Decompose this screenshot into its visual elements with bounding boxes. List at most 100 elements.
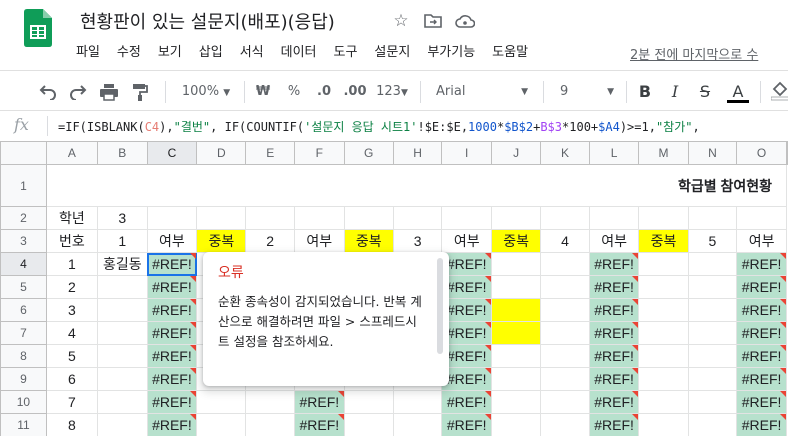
increase-decimal-button[interactable]: .00 bbox=[341, 81, 369, 103]
number-format-select[interactable]: 123▼ bbox=[372, 81, 412, 103]
cell[interactable] bbox=[491, 413, 542, 436]
cell[interactable] bbox=[96, 390, 148, 414]
error-cell[interactable]: #REF! bbox=[736, 321, 787, 345]
header-cell[interactable]: 여부 bbox=[736, 229, 787, 253]
error-cell[interactable]: #REF! bbox=[736, 344, 787, 368]
col-header-i[interactable]: I bbox=[441, 141, 493, 165]
header-cell[interactable]: 5 bbox=[687, 229, 738, 253]
header-cell[interactable]: 번호 bbox=[45, 229, 98, 253]
cell[interactable] bbox=[392, 390, 443, 414]
cell[interactable] bbox=[245, 206, 295, 230]
row-header[interactable]: 4 bbox=[0, 252, 47, 276]
header-cell[interactable]: 여부 bbox=[146, 229, 198, 253]
cell[interactable] bbox=[638, 252, 689, 276]
col-header-l[interactable]: L bbox=[588, 141, 640, 165]
cell[interactable] bbox=[687, 321, 738, 345]
font-size-select[interactable]: 9 ▼ bbox=[560, 81, 618, 103]
error-cell[interactable]: #REF! bbox=[441, 275, 493, 299]
grade-value-cell[interactable]: 3 bbox=[96, 206, 148, 230]
cell[interactable] bbox=[491, 390, 542, 414]
error-cell[interactable]: #REF! bbox=[293, 390, 345, 414]
cell[interactable] bbox=[392, 413, 443, 436]
col-header-e[interactable]: E bbox=[245, 141, 295, 165]
cell[interactable] bbox=[638, 367, 689, 391]
cell[interactable] bbox=[343, 413, 394, 436]
menu-file[interactable]: 파일 bbox=[76, 43, 100, 65]
cell[interactable] bbox=[638, 275, 689, 299]
cell[interactable] bbox=[540, 321, 590, 345]
error-cell[interactable]: #REF! bbox=[441, 321, 493, 345]
cell[interactable] bbox=[491, 275, 542, 299]
bold-button[interactable]: B bbox=[636, 81, 654, 103]
cell[interactable] bbox=[96, 321, 148, 345]
error-cell[interactable]: #REF! bbox=[736, 275, 787, 299]
error-cell[interactable]: #REF! bbox=[588, 390, 640, 414]
menu-addons[interactable]: 부가기능 bbox=[427, 43, 475, 65]
menu-format[interactable]: 서식 bbox=[240, 43, 264, 65]
cell[interactable] bbox=[588, 206, 640, 230]
cell[interactable] bbox=[491, 367, 542, 391]
redo-icon[interactable] bbox=[66, 81, 90, 103]
row-header[interactable]: 1 bbox=[0, 164, 47, 207]
sheets-logo-icon[interactable] bbox=[24, 9, 52, 47]
menu-view[interactable]: 보기 bbox=[158, 43, 182, 65]
cell[interactable] bbox=[540, 252, 590, 276]
cell[interactable] bbox=[96, 367, 148, 391]
error-cell[interactable]: #REF! bbox=[293, 413, 345, 436]
cell[interactable] bbox=[540, 298, 590, 322]
cell[interactable] bbox=[343, 206, 394, 230]
menu-form[interactable]: 설문지 bbox=[374, 43, 410, 65]
cell[interactable] bbox=[687, 344, 738, 368]
error-cell[interactable]: #REF! bbox=[588, 252, 640, 276]
cell[interactable] bbox=[196, 206, 247, 230]
cell[interactable] bbox=[343, 390, 394, 414]
number-cell[interactable]: 1 bbox=[45, 252, 98, 276]
menu-insert[interactable]: 삽입 bbox=[199, 43, 223, 65]
italic-button[interactable]: I bbox=[666, 81, 684, 103]
error-cell[interactable]: #REF! bbox=[588, 298, 640, 322]
cell[interactable] bbox=[638, 390, 689, 414]
cell[interactable] bbox=[638, 413, 689, 436]
cell[interactable] bbox=[540, 390, 590, 414]
row-header[interactable]: 8 bbox=[0, 344, 47, 368]
cell[interactable] bbox=[245, 413, 295, 436]
folder-move-icon[interactable] bbox=[422, 10, 444, 32]
decrease-decimal-button[interactable]: .0 bbox=[312, 81, 336, 103]
percent-format-button[interactable]: % bbox=[284, 81, 304, 103]
cell[interactable] bbox=[687, 367, 738, 391]
cell[interactable] bbox=[441, 206, 493, 230]
cell[interactable] bbox=[540, 413, 590, 436]
grid-corner[interactable] bbox=[0, 141, 47, 165]
header-cell[interactable]: 여부 bbox=[293, 229, 345, 253]
row-header[interactable]: 9 bbox=[0, 367, 47, 391]
error-cell[interactable]: #REF! bbox=[588, 367, 640, 391]
error-cell[interactable]: #REF! bbox=[146, 321, 198, 345]
number-cell[interactable]: 2 bbox=[45, 275, 98, 299]
error-cell[interactable]: #REF! bbox=[146, 390, 198, 414]
error-cell[interactable]: #REF! bbox=[736, 298, 787, 322]
cell[interactable] bbox=[491, 206, 542, 230]
header-cell[interactable]: 중복 bbox=[638, 229, 689, 253]
row-header[interactable]: 7 bbox=[0, 321, 47, 345]
print-icon[interactable] bbox=[97, 81, 121, 103]
header-cell[interactable]: 중복 bbox=[196, 229, 247, 253]
cell[interactable] bbox=[540, 275, 590, 299]
cell[interactable] bbox=[540, 367, 590, 391]
font-family-select[interactable]: Arial ▼ bbox=[436, 81, 534, 103]
cell[interactable] bbox=[540, 344, 590, 368]
header-cell[interactable]: 여부 bbox=[588, 229, 640, 253]
header-cell[interactable]: 중복 bbox=[491, 229, 542, 253]
cell[interactable] bbox=[687, 275, 738, 299]
zoom-select[interactable]: 100% ▼ bbox=[176, 81, 236, 103]
cell[interactable] bbox=[638, 321, 689, 345]
header-cell[interactable]: 2 bbox=[245, 229, 295, 253]
undo-icon[interactable] bbox=[36, 81, 60, 103]
paint-format-icon[interactable] bbox=[128, 81, 152, 103]
number-cell[interactable]: 3 bbox=[45, 298, 98, 322]
formula-input[interactable]: =IF(ISBLANK(C4),"결번", IF(COUNTIF('설문지 응답… bbox=[58, 118, 700, 135]
cell[interactable] bbox=[196, 390, 247, 414]
name-cell[interactable]: 홍길동 bbox=[96, 252, 148, 276]
strikethrough-button[interactable]: S bbox=[696, 81, 714, 103]
col-header-m[interactable]: M bbox=[638, 141, 689, 165]
error-cell[interactable]: #REF! bbox=[588, 413, 640, 436]
